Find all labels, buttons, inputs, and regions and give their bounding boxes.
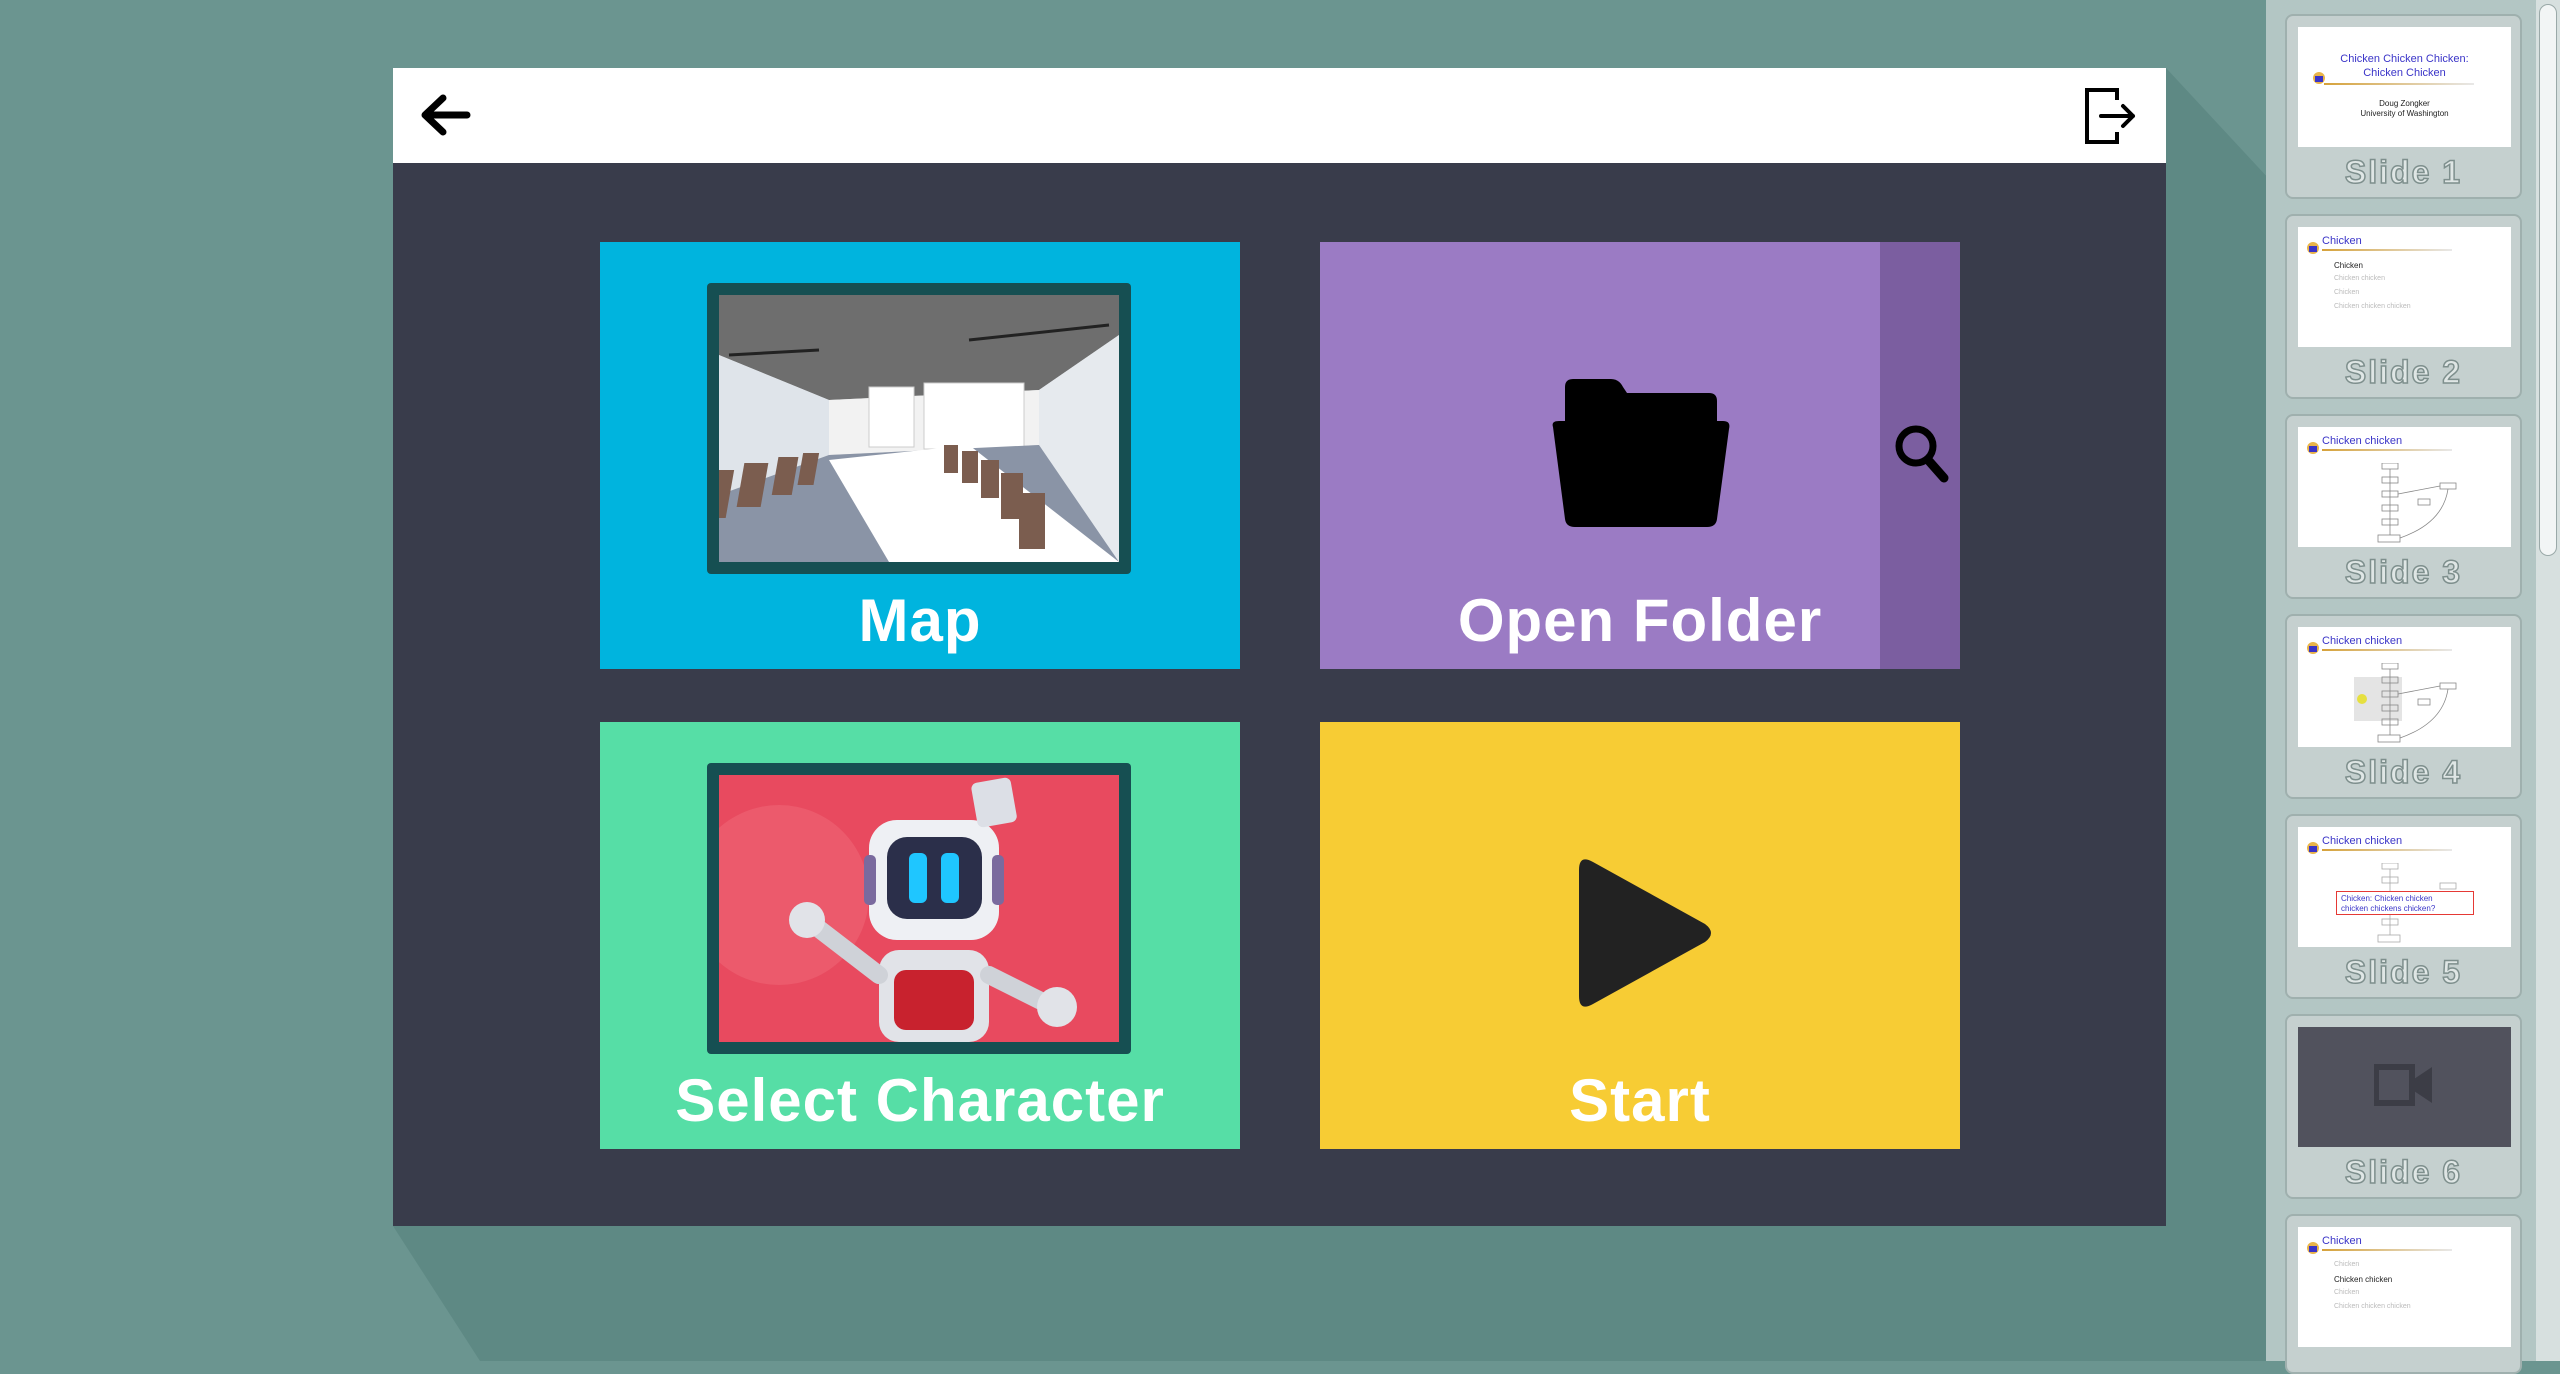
conference-room-preview	[719, 295, 1119, 562]
map-label: Map	[858, 587, 982, 654]
logo-icon	[2307, 242, 2319, 254]
slide-panel: Chicken Chicken Chicken: Chicken Chicken…	[2266, 0, 2536, 1374]
exit-door-icon	[2085, 88, 2135, 144]
start-label: Start	[1569, 1067, 1711, 1134]
top-bar	[393, 68, 2166, 163]
folder-icon	[1552, 379, 1730, 527]
slide-label: Slide 2	[2344, 353, 2463, 391]
slide-label: Slide 3	[2344, 553, 2463, 591]
slide-thumbnail-6[interactable]: Slide 6	[2285, 1014, 2522, 1199]
flowchart-diagram	[2354, 663, 2457, 743]
callout-box: Chicken: Chicken chicken chicken chicken…	[2336, 891, 2474, 915]
scrollbar-thumb[interactable]	[2539, 4, 2557, 556]
slide-label: Slide 4	[2344, 753, 2463, 791]
slide-label: Slide 5	[2344, 953, 2463, 991]
slide-thumbnail-7[interactable]: Chicken Chicken Chicken chicken Chicken …	[2285, 1214, 2522, 1374]
logo-icon	[2307, 442, 2319, 454]
exit-button[interactable]	[2083, 86, 2139, 146]
video-camera-icon	[2374, 1064, 2432, 1106]
robot-character-preview	[719, 775, 1119, 1042]
map-tile[interactable]: Map	[600, 242, 1240, 669]
play-icon	[1579, 859, 1711, 1007]
slide-thumbnail-1[interactable]: Chicken Chicken Chicken: Chicken Chicken…	[2285, 14, 2522, 199]
slide-panel-scrollbar[interactable]	[2536, 0, 2560, 1361]
select-character-label: Select Character	[675, 1067, 1165, 1134]
arrow-left-icon	[421, 94, 471, 136]
logo-icon	[2307, 642, 2319, 654]
select-character-tile[interactable]: Select Character	[600, 722, 1240, 1149]
slide-thumbnail-3[interactable]: Chicken chicken Slide 3	[2285, 414, 2522, 599]
back-button[interactable]	[415, 90, 475, 140]
slide-label: Slide 1	[2344, 153, 2463, 191]
slide-thumbnail-2[interactable]: Chicken Chicken Chicken chicken Chicken …	[2285, 214, 2522, 399]
slide-thumbnail-4[interactable]: Chicken chicken Slide 4	[2285, 614, 2522, 799]
open-folder-label: Open Folder	[1457, 587, 1823, 654]
browse-side-button[interactable]	[1880, 242, 1960, 669]
menu-window: Map Open Folder Select Character Start	[393, 68, 2166, 1226]
search-icon	[1895, 425, 1949, 483]
slide-label: Slide 6	[2344, 1153, 2463, 1191]
flowchart-diagram	[2377, 463, 2457, 543]
slide-thumbnail-5[interactable]: Chicken chicken Chicken: Chicken chicken…	[2285, 814, 2522, 999]
character-preview-frame	[707, 763, 1131, 1054]
open-folder-tile[interactable]: Open Folder	[1320, 242, 1960, 669]
logo-icon	[2307, 842, 2319, 854]
start-tile[interactable]: Start	[1320, 722, 1960, 1149]
map-preview-frame	[707, 283, 1131, 574]
logo-icon	[2307, 1242, 2319, 1254]
